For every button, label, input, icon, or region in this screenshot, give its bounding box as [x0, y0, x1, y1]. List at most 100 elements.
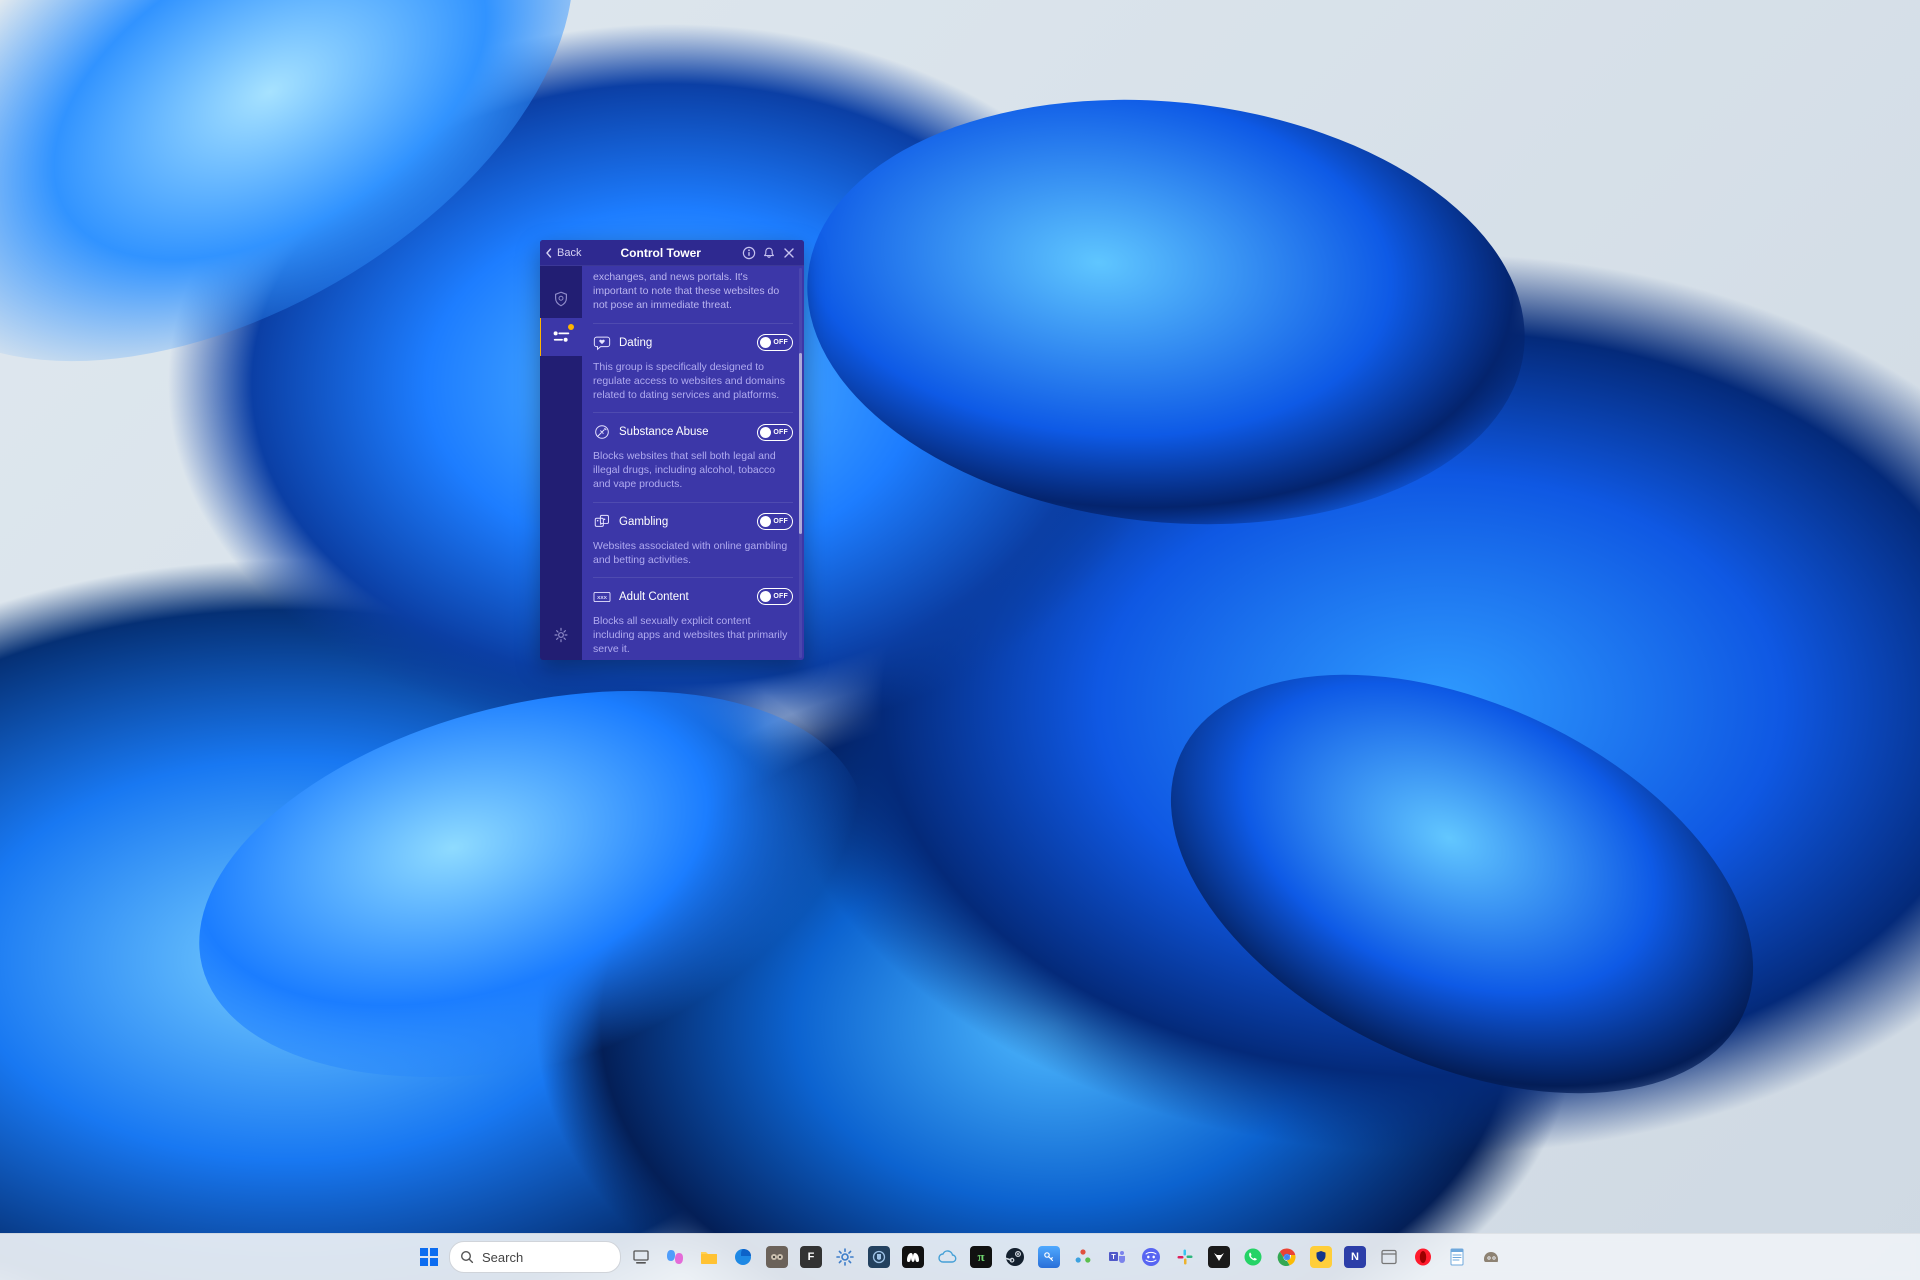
folder-icon — [699, 1248, 719, 1266]
sidebar-item-control-tower[interactable] — [540, 318, 583, 356]
taskbar-app-ue[interactable] — [865, 1243, 893, 1271]
heart-speech-icon — [593, 334, 611, 352]
shield-icon — [552, 290, 570, 308]
control-tower-window: Back Control Tower — [540, 240, 804, 660]
toggle-dating[interactable]: OFF — [757, 334, 793, 351]
toggle-knob — [760, 591, 771, 602]
overwolf-icon — [1208, 1246, 1230, 1268]
opera-icon — [1413, 1247, 1433, 1267]
intro-fragment: exchanges, and news portals. It's import… — [593, 270, 793, 313]
group-desc: Blocks websites that sell both legal and… — [593, 449, 793, 492]
notepad-icon — [1448, 1247, 1466, 1267]
search-placeholder: Search — [482, 1250, 523, 1265]
taskbar-app-teams[interactable]: T — [1103, 1243, 1131, 1271]
taskbar-app-security[interactable] — [1307, 1243, 1335, 1271]
taskbar-app-whatsapp[interactable] — [1239, 1243, 1267, 1271]
meta-icon — [902, 1246, 924, 1268]
whatsapp-icon — [1243, 1247, 1263, 1267]
taskbar-app-gimp-2[interactable] — [1477, 1243, 1505, 1271]
edge-icon — [733, 1247, 753, 1267]
chrome-icon — [1277, 1247, 1297, 1267]
taskbar-app-filmora[interactable]: F — [797, 1243, 825, 1271]
taskbar-app-keepass[interactable] — [1035, 1243, 1063, 1271]
titlebar: Back Control Tower — [540, 240, 804, 266]
toggle-substance[interactable]: OFF — [757, 424, 793, 441]
taskbar-app-davinci[interactable] — [1069, 1243, 1097, 1271]
window-title: Control Tower — [581, 246, 740, 260]
toggle-gambling[interactable]: OFF — [757, 513, 793, 530]
toggle-label: OFF — [773, 589, 788, 604]
shield-icon — [1310, 1246, 1332, 1268]
scrollbar-thumb[interactable] — [799, 353, 802, 534]
taskbar-app-notepad[interactable] — [1443, 1243, 1471, 1271]
group-desc: Blocks all sexually explicit content inc… — [593, 614, 793, 657]
gear-icon — [552, 626, 570, 644]
sidebar-item-settings[interactable] — [540, 616, 582, 654]
taskbar-app-overwolf[interactable] — [1205, 1243, 1233, 1271]
cloud-icon — [937, 1249, 957, 1265]
start-button[interactable] — [415, 1243, 443, 1271]
windows-icon — [418, 1246, 440, 1268]
davinci-icon — [1073, 1247, 1093, 1267]
sliders-icon — [552, 329, 572, 345]
gear-icon — [835, 1247, 855, 1267]
main-panel: exchanges, and news portals. It's import… — [582, 266, 804, 660]
sidebar-item-protection[interactable] — [540, 280, 582, 318]
taskbar-app-notes[interactable]: N — [1341, 1243, 1369, 1271]
taskbar-app-chrome[interactable] — [1273, 1243, 1301, 1271]
taskbar-app-settings[interactable] — [831, 1243, 859, 1271]
toggle-label: OFF — [773, 425, 788, 440]
group-title: Adult Content — [619, 591, 749, 603]
taskbar-app-discord[interactable] — [1137, 1243, 1165, 1271]
taskbar-app-meta[interactable] — [899, 1243, 927, 1271]
toggle-knob — [760, 337, 771, 348]
key-icon — [1038, 1246, 1060, 1268]
window-icon — [1380, 1248, 1398, 1266]
toggle-knob — [760, 516, 771, 527]
toggle-knob — [760, 427, 771, 438]
notification-dot — [568, 324, 574, 330]
close-icon[interactable] — [780, 244, 798, 262]
group-gambling: Gambling OFF Websites associated with on… — [593, 502, 793, 577]
group-substance: Substance Abuse OFF Blocks websites that… — [593, 412, 793, 502]
taskbar-app-terminal[interactable]: π — [967, 1243, 995, 1271]
chevron-left-icon — [544, 248, 554, 258]
task-view-button[interactable] — [627, 1243, 655, 1271]
taskbar-app-vscode[interactable] — [1375, 1243, 1403, 1271]
svg-text:T: T — [1111, 1254, 1116, 1261]
group-title: Substance Abuse — [619, 426, 749, 438]
group-adult: XXX Adult Content OFF Blocks all sexuall… — [593, 577, 793, 660]
taskbar-app-slack[interactable] — [1171, 1243, 1199, 1271]
search-icon — [460, 1250, 474, 1264]
back-button[interactable]: Back — [544, 247, 581, 259]
toggle-adult[interactable]: OFF — [757, 588, 793, 605]
injection-icon — [593, 423, 611, 441]
task-view-icon — [632, 1248, 650, 1266]
adult-xxx-icon: XXX — [593, 588, 611, 606]
pi-icon: π — [970, 1246, 992, 1268]
taskbar-app-explorer[interactable] — [695, 1243, 723, 1271]
taskbar-app-cloud[interactable] — [933, 1243, 961, 1271]
svg-text:XXX: XXX — [597, 595, 608, 601]
gimp-icon — [1481, 1249, 1501, 1265]
dice-icon — [593, 513, 611, 531]
taskbar: Search F π T N — [0, 1233, 1920, 1280]
teams-icon: T — [1107, 1247, 1127, 1267]
letter-f-icon: F — [800, 1246, 822, 1268]
group-dating: Dating OFF This group is specifically de… — [593, 323, 793, 413]
taskbar-app-gimp[interactable] — [763, 1243, 791, 1271]
copilot-icon — [665, 1247, 685, 1267]
info-icon[interactable] — [740, 244, 758, 262]
taskbar-app-edge[interactable] — [729, 1243, 757, 1271]
sidebar — [540, 266, 582, 660]
taskbar-search[interactable]: Search — [449, 1241, 621, 1273]
bell-icon[interactable] — [760, 244, 778, 262]
gimp-icon — [766, 1246, 788, 1268]
taskbar-app-steam[interactable] — [1001, 1243, 1029, 1271]
group-title: Dating — [619, 337, 749, 349]
n-icon: N — [1344, 1246, 1366, 1268]
taskbar-app-opera[interactable] — [1409, 1243, 1437, 1271]
taskbar-app-copilot[interactable] — [661, 1243, 689, 1271]
group-desc: This group is specifically designed to r… — [593, 360, 793, 403]
ue-icon — [868, 1246, 890, 1268]
